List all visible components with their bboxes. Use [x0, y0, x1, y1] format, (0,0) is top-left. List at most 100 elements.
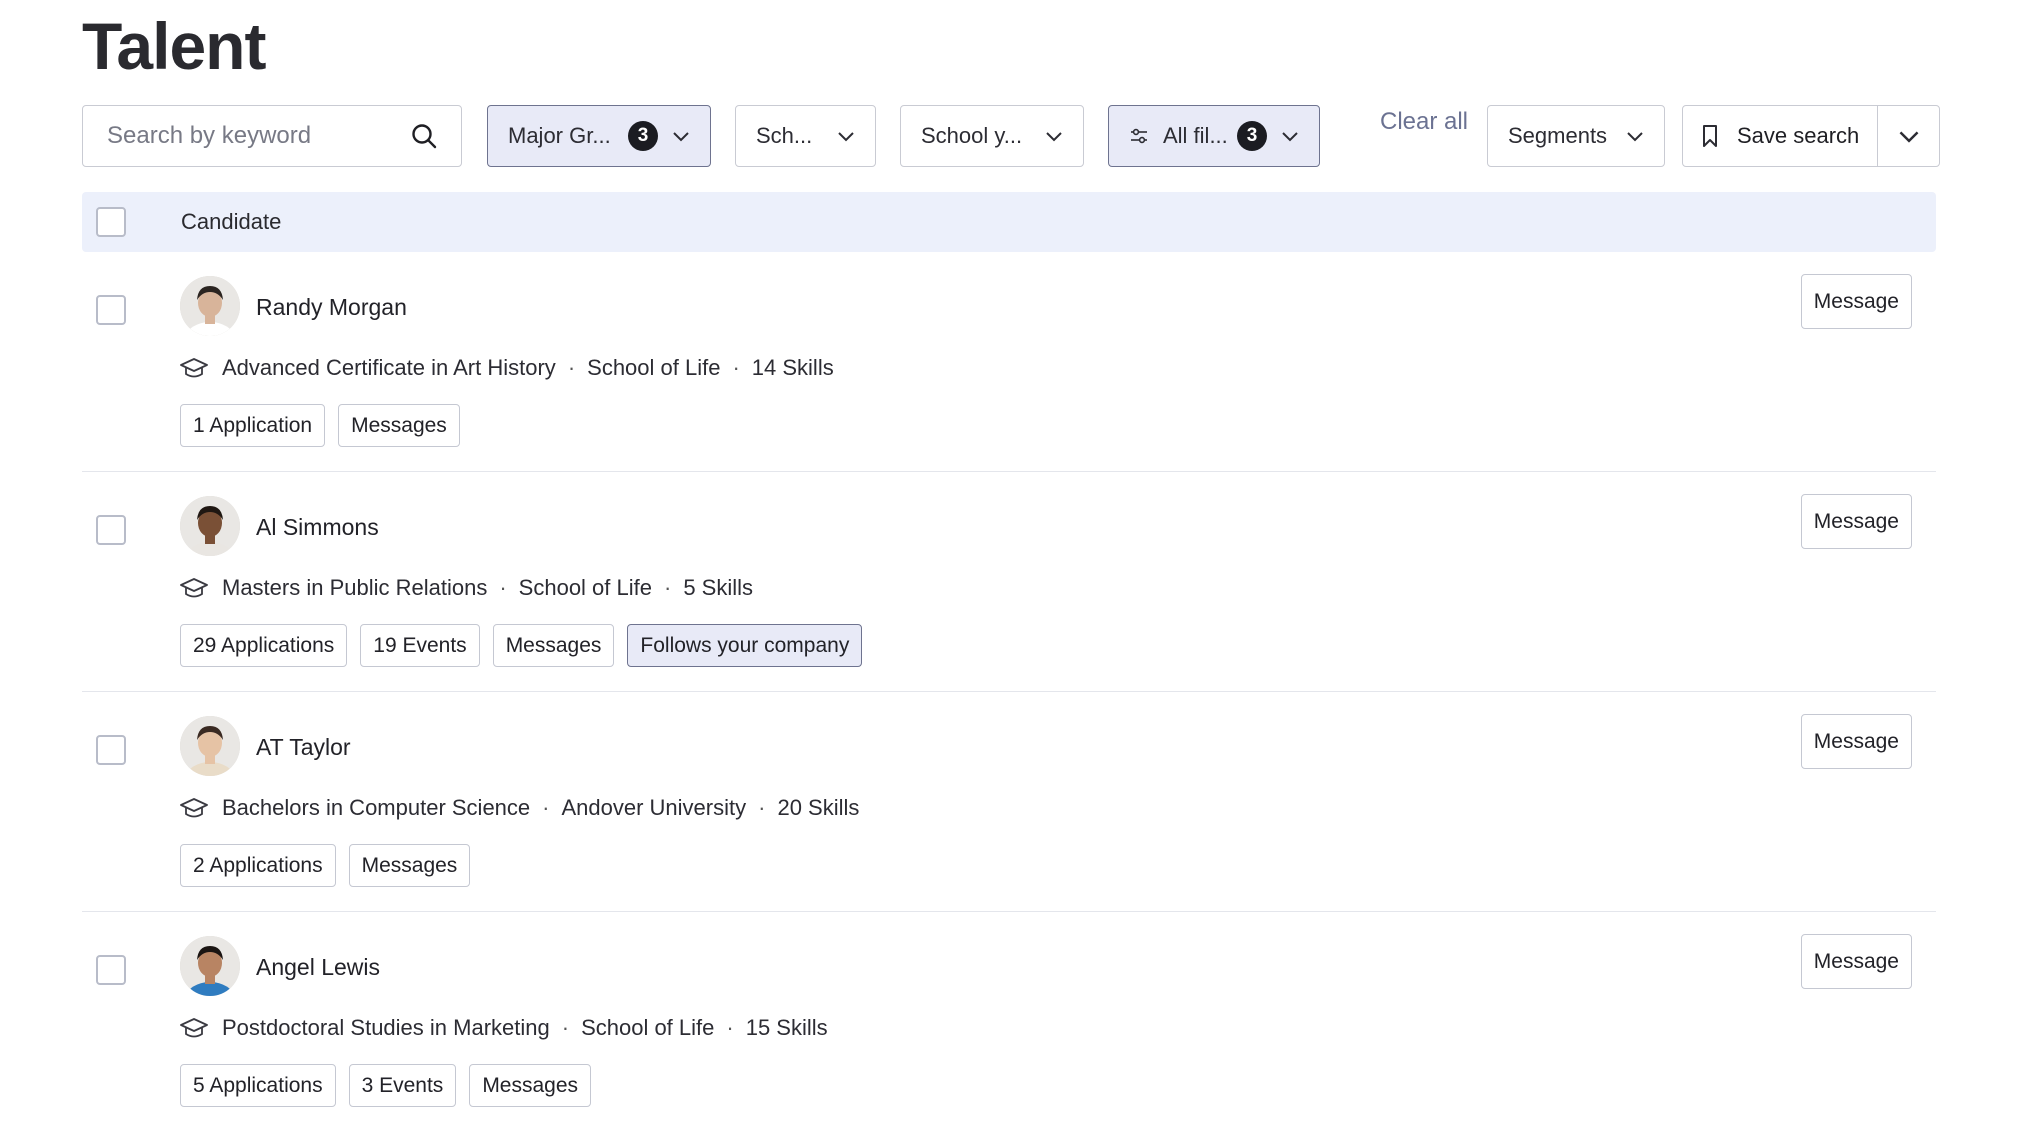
filter-label: Major Gr... — [508, 123, 611, 148]
education-line: Postdoctoral Studies in Marketing · School… — [180, 1014, 828, 1042]
message-button[interactable]: Message — [1800, 274, 1912, 329]
activity-tag[interactable]: Messages — [469, 1064, 592, 1107]
activity-tag[interactable]: 3 Events — [348, 1064, 457, 1107]
degree: Advanced Certificate in Art History — [222, 355, 556, 380]
row-checkbox[interactable] — [96, 955, 126, 985]
tag-list: 5 Applications 3 Events Messages — [180, 1064, 592, 1107]
row-checkbox[interactable] — [96, 295, 126, 325]
degree: Masters in Public Relations — [222, 575, 488, 600]
tag-list: 29 Applications 19 Events Messages Follows … — [180, 624, 863, 667]
graduation-cap-icon — [180, 798, 208, 818]
graduation-cap-icon — [180, 358, 208, 378]
school-name: School of Life — [581, 1015, 715, 1040]
bookmark-icon — [1703, 125, 1717, 147]
candidate-column-header: Candidate — [181, 209, 282, 234]
avatar — [180, 496, 240, 556]
education-line: Masters in Public Relations · School of Li… — [180, 574, 753, 602]
avatar-photo — [180, 716, 240, 776]
separator-dot: · — [499, 575, 507, 600]
chevron-down-icon — [1282, 132, 1298, 142]
separator-dot: · — [567, 355, 576, 380]
separator-dot: · — [732, 355, 740, 380]
candidate-name[interactable]: Randy Morgan — [256, 294, 407, 321]
activity-tag[interactable]: 1 Application — [180, 404, 326, 447]
activity-tag[interactable]: 2 Applications — [180, 844, 336, 887]
activity-tag[interactable]: 19 Events — [360, 624, 480, 667]
candidate-row: Al Simmons Masters in Public Relations · Sc… — [82, 472, 1936, 692]
filter-count-badge: 3 — [1237, 121, 1267, 151]
school-name: Andover University — [561, 795, 747, 820]
filter-major-group[interactable]: Major Gr... 3 — [487, 105, 711, 167]
search-input[interactable] — [107, 122, 387, 150]
message-button[interactable]: Message — [1800, 934, 1912, 989]
activity-tag[interactable]: 29 Applications — [180, 624, 348, 667]
school-name: School of Life — [587, 355, 721, 380]
candidate-name[interactable]: Angel Lewis — [256, 954, 380, 981]
education-line: Bachelors in Computer Science · Andover Un… — [180, 794, 859, 822]
filter-label: All fil... — [1163, 123, 1228, 148]
search-icon[interactable] — [411, 123, 437, 149]
candidate-row: Angel Lewis Postdoctoral Studies in Marke… — [82, 912, 1936, 1130]
education-line: Advanced Certificate in Art History · Scho… — [180, 354, 834, 382]
school-name: School of Life — [518, 575, 652, 600]
activity-tag[interactable]: 5 Applications — [180, 1064, 336, 1107]
chevron-down-icon — [1627, 132, 1643, 142]
filter-label: School y... — [921, 123, 1023, 148]
filter-label: Sch... — [756, 123, 813, 148]
message-button[interactable]: Message — [1800, 714, 1912, 769]
candidate-name[interactable]: Al Simmons — [256, 514, 379, 541]
skills-count: 15 Skills — [745, 1015, 828, 1040]
tag-list: 1 Application Messages — [180, 404, 460, 447]
select-all-checkbox[interactable] — [96, 207, 126, 237]
skills-count: 5 Skills — [683, 575, 753, 600]
skills-count: 14 Skills — [751, 355, 834, 380]
candidate-row: AT Taylor Bachelors in Computer Science · A… — [82, 692, 1936, 912]
filter-school-year[interactable]: School y... — [900, 105, 1084, 167]
candidate-name[interactable]: AT Taylor — [256, 734, 351, 761]
activity-tag[interactable]: Messages — [492, 624, 615, 667]
separator-dot: · — [542, 795, 550, 820]
save-search-dropdown[interactable] — [1878, 106, 1939, 166]
avatar — [180, 936, 240, 996]
avatar-photo — [180, 276, 240, 336]
page-title: Talent — [82, 9, 266, 83]
search-box[interactable] — [82, 105, 462, 167]
filter-school[interactable]: Sch... — [735, 105, 876, 167]
filter-toolbar: Major Gr... 3 Sch... School y... — [82, 105, 1940, 167]
row-checkbox[interactable] — [96, 515, 126, 545]
separator-dot: · — [758, 795, 766, 820]
separator-dot: · — [663, 575, 672, 600]
avatar-photo — [180, 496, 240, 556]
row-checkbox[interactable] — [96, 735, 126, 765]
tag-list: 2 Applications Messages — [180, 844, 471, 887]
segments-dropdown[interactable]: Segments — [1487, 105, 1665, 167]
message-button[interactable]: Message — [1800, 494, 1912, 549]
table-header: Candidate — [82, 192, 1936, 252]
chevron-down-icon — [1899, 131, 1919, 143]
candidate-row: Randy Morgan Advanced Certificate in Art … — [82, 252, 1936, 472]
avatar — [180, 276, 240, 336]
filter-all-filters[interactable]: All fil... 3 — [1108, 105, 1320, 167]
chevron-down-icon — [1046, 132, 1062, 142]
separator-dot: · — [561, 1015, 570, 1040]
save-search-group: Save search — [1682, 105, 1940, 167]
save-search-label: Save search — [1737, 123, 1860, 148]
filter-count-badge: 3 — [628, 121, 658, 151]
avatar — [180, 716, 240, 776]
activity-tag[interactable]: Messages — [338, 404, 460, 447]
clear-all-button[interactable]: Clear all — [1354, 105, 1494, 167]
degree: Postdoctoral Studies in Marketing — [222, 1015, 550, 1040]
sliders-icon — [1131, 128, 1147, 144]
skills-count: 20 Skills — [777, 795, 860, 820]
degree: Bachelors in Computer Science — [222, 795, 531, 820]
save-search-button[interactable]: Save search — [1683, 106, 1879, 166]
graduation-cap-icon — [180, 578, 208, 598]
segments-label: Segments — [1508, 123, 1608, 148]
avatar-photo — [180, 936, 240, 996]
chevron-down-icon — [673, 132, 689, 142]
follows-company-tag: Follows your company — [627, 624, 863, 667]
activity-tag[interactable]: Messages — [348, 844, 471, 887]
talent-page: Talent Major Gr... 3 Sch... School y... — [0, 0, 2042, 1130]
chevron-down-icon — [838, 132, 854, 142]
graduation-cap-icon — [180, 1018, 208, 1038]
